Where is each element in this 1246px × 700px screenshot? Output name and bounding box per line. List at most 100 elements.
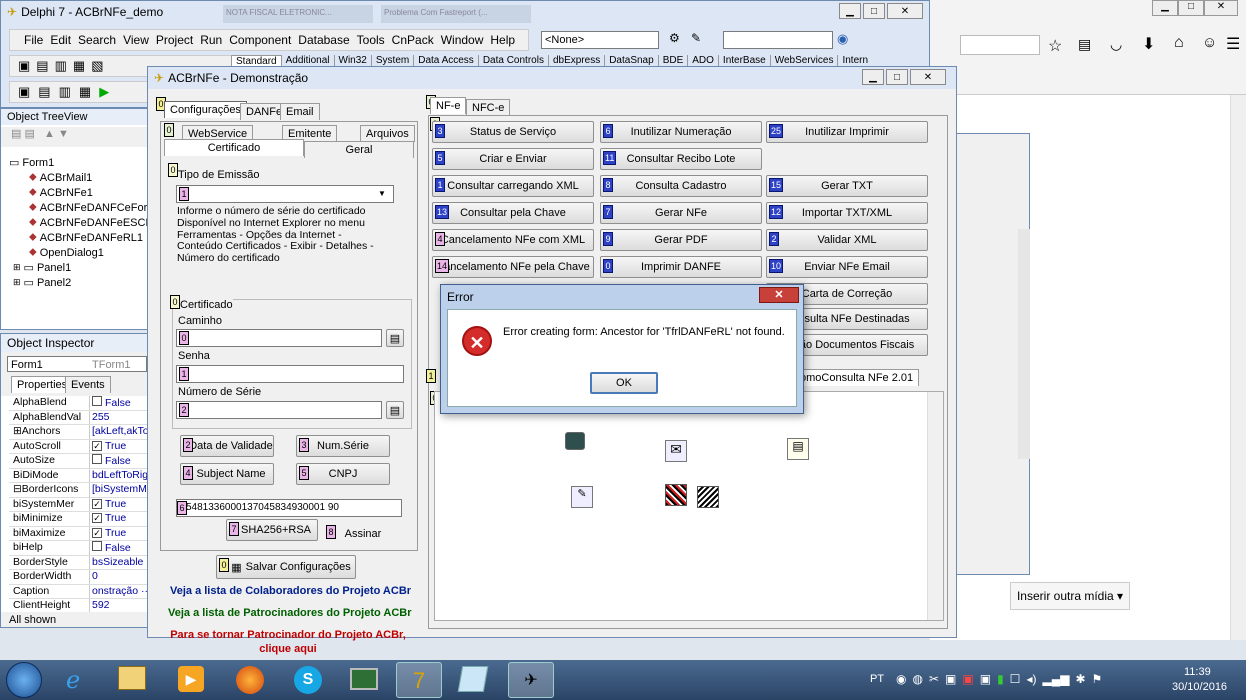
tree-item[interactable]: ⬥ ACBrNFeDANFCeForte [29,200,156,215]
tree-item[interactable]: ⬥ ACBrNFeDANFeESCP( [29,215,156,230]
chat-icon[interactable]: ☐ [1010,672,1021,686]
data-validade-button[interactable]: 2 Data de Validade [180,435,274,457]
checkbox[interactable]: ✓ [92,498,102,509]
nfe-action-button[interactable]: 11 Consultar Recibo Lote [600,148,762,170]
tornar-patrocinador-link[interactable]: Para se tornar Patrocinador do Projeto A… [168,628,408,656]
inspector-object-select[interactable]: Form1 TForm1 [7,356,147,372]
bg-tab-1[interactable]: NOTA FISCAL ELETRONIC... [223,5,373,23]
property-row[interactable]: ⊞Anchors [akLeft,akTo [9,425,149,440]
browser-scrollbar[interactable] [1230,95,1246,640]
tab-consulta[interactable]: omoConsulta NFe 2.01 [794,369,920,386]
property-row[interactable]: ⊟BorderIcons [biSystemMer [9,483,149,498]
app-tray-icon[interactable]: ▣ [962,672,973,686]
network-icon[interactable]: ◉ [896,672,906,686]
nfe-action-button[interactable]: 2 Validar XML [766,229,928,251]
property-value[interactable]: [akLeft,akTo [89,425,149,439]
config-combo[interactable]: <None> [541,31,659,49]
delphi-icon[interactable]: 7 [396,662,442,698]
nfe-action-button[interactable]: 15 Gerar TXT [766,175,928,197]
property-row[interactable]: ClientHeight 592 [9,599,149,612]
insert-media-button[interactable]: Inserir outra mídia ▾ [1010,582,1130,610]
menu-search[interactable]: Search [78,33,123,47]
menu-help[interactable]: Help [490,33,522,47]
view-unit-icon[interactable]: ▣ [18,84,30,100]
nfe-action-button[interactable]: 5 Criar e Enviar [432,148,594,170]
tree-item[interactable]: ⊞ ▭ Panel1 [13,260,71,275]
menu-window[interactable]: Window [441,33,491,47]
property-value[interactable]: ✓ True [89,512,149,526]
property-row[interactable]: Caption onstração ··· [9,584,149,599]
new-icon[interactable]: ▣ [18,58,30,74]
tools-icon[interactable]: ✂ [929,672,939,686]
tab-nfce[interactable]: NFC-e [466,99,511,116]
nfe-action-button[interactable]: 6 Inutilizar Numeração [600,121,762,143]
tab-arquivos[interactable]: Arquivos [360,125,415,142]
dialog-close-icon[interactable]: ✕ [759,287,799,303]
menu-run[interactable]: Run [200,33,229,47]
caminho-input[interactable]: 0 [176,329,382,347]
acbr-min[interactable]: ▁ [862,69,884,85]
clock-time[interactable]: 11:39 [1184,666,1211,678]
property-row[interactable]: biMinimize ✓ True [9,512,149,527]
nfe-action-button[interactable]: 12 Importar TXT/XML [766,202,928,224]
tab-email[interactable]: Email [280,103,320,120]
property-value[interactable]: ✓ True [89,439,149,453]
desktop-save-icon[interactable]: ◉ [837,31,848,47]
update-icon[interactable]: ◍ [912,672,922,686]
nfe-action-button[interactable]: 10 Enviar NFe Email [766,256,928,278]
tab-properties[interactable]: Properties [11,376,74,393]
bg-tab-2[interactable]: Problema Com Fastreport (... [381,5,531,23]
browser-max[interactable]: □ [1178,0,1204,16]
cnpj-button[interactable]: 5 CNPJ [296,463,390,485]
nfe-action-button[interactable]: 7 Gerar NFe [600,202,762,224]
salvar-configuracoes-button[interactable]: 0 ▦ Salvar Configurações [216,555,356,579]
property-row[interactable]: AlphaBlend False [9,396,149,411]
checkbox[interactable]: ✓ [92,440,102,451]
senha-input[interactable]: 1 [176,365,404,383]
view-form-icon[interactable]: ▤ [38,84,50,100]
delphi-min[interactable]: ▁ [839,3,861,19]
memo-scrollbar[interactable] [927,392,943,620]
monitor-icon[interactable] [350,668,378,690]
property-value[interactable]: ✓ True [89,497,149,511]
nfe-action-button[interactable]: 1 Consultar carregando XML [432,175,594,197]
assinar-button[interactable]: 8 Assinar [324,523,388,545]
property-value[interactable]: False [89,454,149,468]
app-tray-icon[interactable]: ▣ [980,672,991,686]
num-serie-button[interactable]: 3 Num.Série [296,435,390,457]
checkbox[interactable] [92,396,102,406]
chevron-down-icon[interactable]: ▼ [378,189,386,198]
nfe-action-button[interactable]: 25 Inutilizar Imprimir [766,121,928,143]
cert-value-field[interactable]: 6 5481336000137045834930001 90 [176,499,402,517]
menu-view[interactable]: View [123,33,156,47]
checkbox[interactable] [92,541,102,551]
chat-icon[interactable]: ☺ [1202,34,1217,51]
save-all-icon[interactable]: ▦ [73,58,85,74]
menu-project[interactable]: Project [156,33,200,47]
reading-list-icon[interactable]: ▤ [1078,36,1091,53]
property-value[interactable]: onstração ··· [89,584,149,598]
property-row[interactable]: AlphaBlendVal 255 [9,410,149,425]
firefox-icon[interactable] [236,666,264,694]
media-icon[interactable]: ▶ [178,666,204,692]
language-indicator[interactable]: PT [870,673,884,685]
menu-component[interactable]: Component [229,33,298,47]
delphi-max[interactable]: □ [863,3,885,19]
tool-icon-b[interactable]: ✎ [691,31,707,49]
nfe-action-button[interactable]: 0 Imprimir DANFE [600,256,762,278]
download-icon[interactable]: ⬇ [1142,34,1155,54]
tree-item[interactable]: ⬥ ACBrNFeDANFeRL1 [29,230,143,245]
browser-url-bar[interactable] [960,35,1040,55]
run-icon[interactable]: ▶ [99,84,109,100]
property-value[interactable]: False [89,541,149,555]
nfe-action-button[interactable]: 14 Cancelamento NFe pela Chave [432,256,594,278]
menu-file[interactable]: File [10,33,50,47]
bluetooth-icon[interactable]: ✱ [1075,672,1085,686]
acbr-max[interactable]: □ [886,69,908,85]
property-value[interactable]: bsSizeable [89,555,149,569]
explorer-icon[interactable] [118,666,146,690]
delphi-close[interactable]: ✕ [887,3,923,19]
property-value[interactable]: bdLeftToRigh [89,468,149,482]
acbr-close[interactable]: ✕ [910,69,946,85]
nfe-action-button[interactable]: 4 Cancelamento NFe com XML [432,229,594,251]
